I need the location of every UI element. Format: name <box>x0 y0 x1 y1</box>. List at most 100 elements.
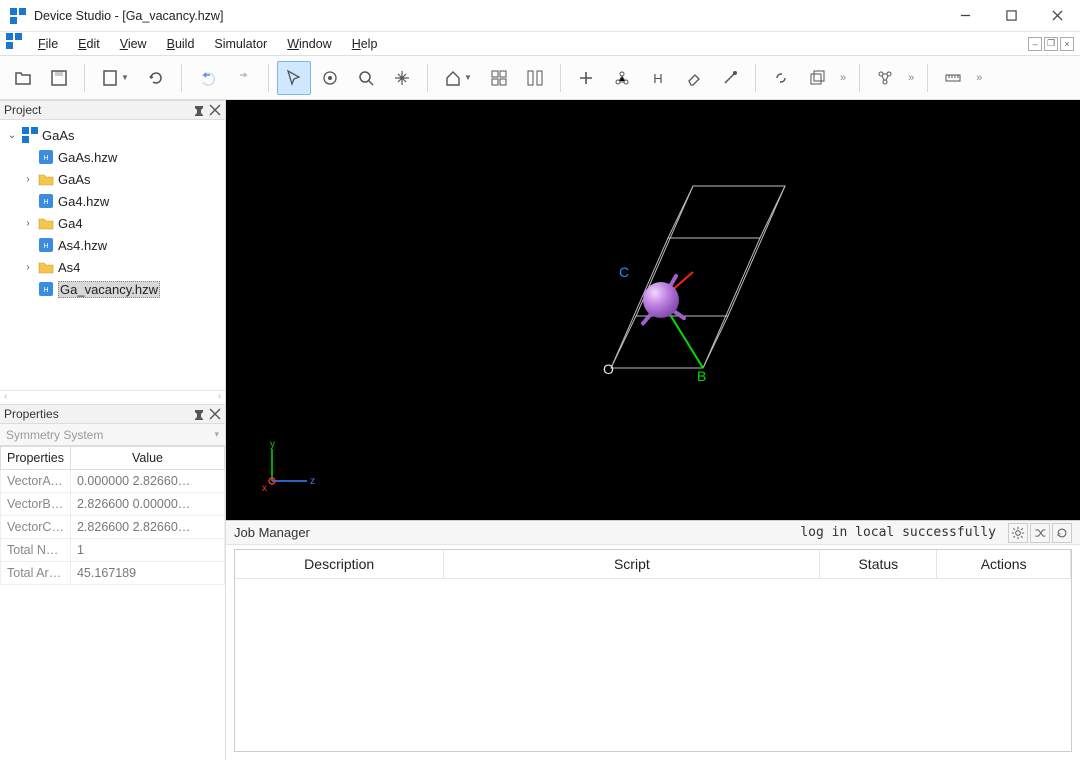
properties-col-key[interactable]: Properties <box>1 447 71 470</box>
add-atom-button[interactable] <box>569 61 603 95</box>
shuffle-icon[interactable] <box>1030 523 1050 543</box>
select-tool-button[interactable] <box>277 61 311 95</box>
measure-button[interactable] <box>936 61 970 95</box>
property-row[interactable]: Total Area …45.167189 <box>1 562 225 585</box>
maximize-button[interactable] <box>988 0 1034 31</box>
job-table-wrap: DescriptionScriptStatusActions <box>234 549 1072 752</box>
svg-text:z: z <box>310 476 315 487</box>
toolbar-overflow-2[interactable]: » <box>904 72 919 84</box>
wand-button[interactable] <box>713 61 747 95</box>
molecule-button[interactable] <box>605 61 639 95</box>
toolbar: ▼ ▼ » » » <box>0 56 1080 100</box>
tree-item[interactable]: ›GaAs <box>2 168 223 190</box>
label-B: B <box>697 368 706 384</box>
project-tree[interactable]: ⌄ GaAs GaAs.hzw›GaAs Ga4.hzw › Ga4 As4.hzw›A… <box>0 120 225 390</box>
tree-item[interactable]: As4.hzw <box>2 234 223 256</box>
grid2-button[interactable] <box>518 61 552 95</box>
menu-view[interactable]: View <box>110 35 157 53</box>
menu-window[interactable]: Window <box>277 35 341 53</box>
window-title: Device Studio - [Ga_vacancy.hzw] <box>34 9 942 23</box>
menu-build[interactable]: Build <box>157 35 205 53</box>
job-column-header[interactable]: Actions <box>937 550 1071 579</box>
menu-edit[interactable]: Edit <box>68 35 110 53</box>
close-panel-icon[interactable] <box>209 104 221 116</box>
properties-combo[interactable]: Symmetry System ▾ <box>0 424 225 446</box>
job-column-header[interactable]: Status <box>820 550 937 579</box>
app-menu-icon[interactable] <box>6 33 22 54</box>
tree-item[interactable]: Ga4.hzw <box>2 190 223 212</box>
property-key: Total Num … <box>1 539 71 562</box>
property-value: 45.167189 <box>70 562 224 585</box>
menu-simulator[interactable]: Simulator <box>204 35 277 53</box>
property-row[interactable]: VectorB (xyz)2.826600 0.00000… <box>1 493 225 516</box>
chevron-right-icon[interactable]: › <box>22 262 34 273</box>
open-button[interactable] <box>6 61 40 95</box>
file-icon <box>38 149 54 165</box>
tree-item[interactable]: › Ga4 <box>2 212 223 234</box>
mdi-minimize-button[interactable]: – <box>1028 37 1042 51</box>
property-key: VectorB (xyz) <box>1 493 71 516</box>
project-panel-title: Project <box>4 103 41 117</box>
cell-button[interactable] <box>800 61 834 95</box>
label-C: C <box>619 264 629 280</box>
grid4-button[interactable] <box>482 61 516 95</box>
chevron-down-icon[interactable]: ⌄ <box>6 130 18 141</box>
properties-panel-title: Properties <box>4 407 59 421</box>
tree-item[interactable]: ›As4 <box>2 256 223 278</box>
property-row[interactable]: VectorA (xyz)0.000000 2.82660… <box>1 470 225 493</box>
job-column-header[interactable]: Script <box>444 550 820 579</box>
job-column-header[interactable]: Description <box>235 550 444 579</box>
axis-triad: y z x <box>262 441 322 496</box>
bond-button[interactable] <box>764 61 798 95</box>
toolbar-overflow-1[interactable]: » <box>836 72 851 84</box>
pin-icon[interactable] <box>193 408 205 420</box>
redo-button[interactable] <box>226 61 260 95</box>
home-view-dropdown[interactable]: ▼ <box>436 61 480 95</box>
close-panel-icon[interactable] <box>209 408 221 420</box>
properties-col-value[interactable]: Value <box>70 447 224 470</box>
atom-sphere[interactable] <box>643 282 679 318</box>
tree-item[interactable]: GaAs.hzw <box>2 146 223 168</box>
undo-button[interactable] <box>190 61 224 95</box>
menu-file[interactable]: File <box>28 35 68 53</box>
minimize-button[interactable] <box>942 0 988 31</box>
erase-button[interactable] <box>677 61 711 95</box>
chevron-right-icon[interactable]: › <box>22 218 34 229</box>
3d-viewport[interactable]: O B C y z x <box>226 100 1080 520</box>
property-key: VectorC (x… <box>1 516 71 539</box>
toolbar-overflow-3[interactable]: » <box>972 72 987 84</box>
hydrogen-button[interactable] <box>641 61 675 95</box>
tree-item[interactable]: Ga_vacancy.hzw <box>2 278 223 300</box>
close-button[interactable] <box>1034 0 1080 31</box>
properties-panel: Symmetry System ▾ Properties Value Vecto… <box>0 424 225 760</box>
right-column: O B C y z x Job Manager log <box>226 100 1080 760</box>
reload-icon[interactable] <box>1052 523 1072 543</box>
menu-bar: File Edit View Build Simulator Window He… <box>0 32 1080 56</box>
tree-scrollbar[interactable]: ‹› <box>0 390 225 404</box>
save-button[interactable] <box>42 61 76 95</box>
project-panel-header[interactable]: Project <box>0 100 225 120</box>
property-row[interactable]: Total Num …1 <box>1 539 225 562</box>
tree-item-label: Ga4.hzw <box>58 194 109 209</box>
properties-panel-header[interactable]: Properties <box>0 404 225 424</box>
structure-button[interactable] <box>868 61 902 95</box>
property-key: Total Area … <box>1 562 71 585</box>
refresh-button[interactable] <box>139 61 173 95</box>
app-icon <box>10 8 26 24</box>
menu-help[interactable]: Help <box>342 35 388 53</box>
mdi-close-button[interactable]: × <box>1060 37 1074 51</box>
tree-item-label: Ga4 <box>58 216 83 231</box>
zoom-tool-button[interactable] <box>349 61 383 95</box>
tree-root[interactable]: ⌄ GaAs <box>2 124 223 146</box>
mdi-restore-button[interactable]: ❐ <box>1044 37 1058 51</box>
property-value: 2.826600 2.82660… <box>70 516 224 539</box>
pin-icon[interactable] <box>193 104 205 116</box>
chevron-right-icon[interactable]: › <box>22 174 34 185</box>
pan-tool-button[interactable] <box>385 61 419 95</box>
property-row[interactable]: VectorC (x…2.826600 2.82660… <box>1 516 225 539</box>
property-value: 0.000000 2.82660… <box>70 470 224 493</box>
rotate-tool-button[interactable] <box>313 61 347 95</box>
new-file-dropdown[interactable]: ▼ <box>93 61 137 95</box>
settings-icon[interactable] <box>1008 523 1028 543</box>
folder-icon <box>38 259 54 275</box>
